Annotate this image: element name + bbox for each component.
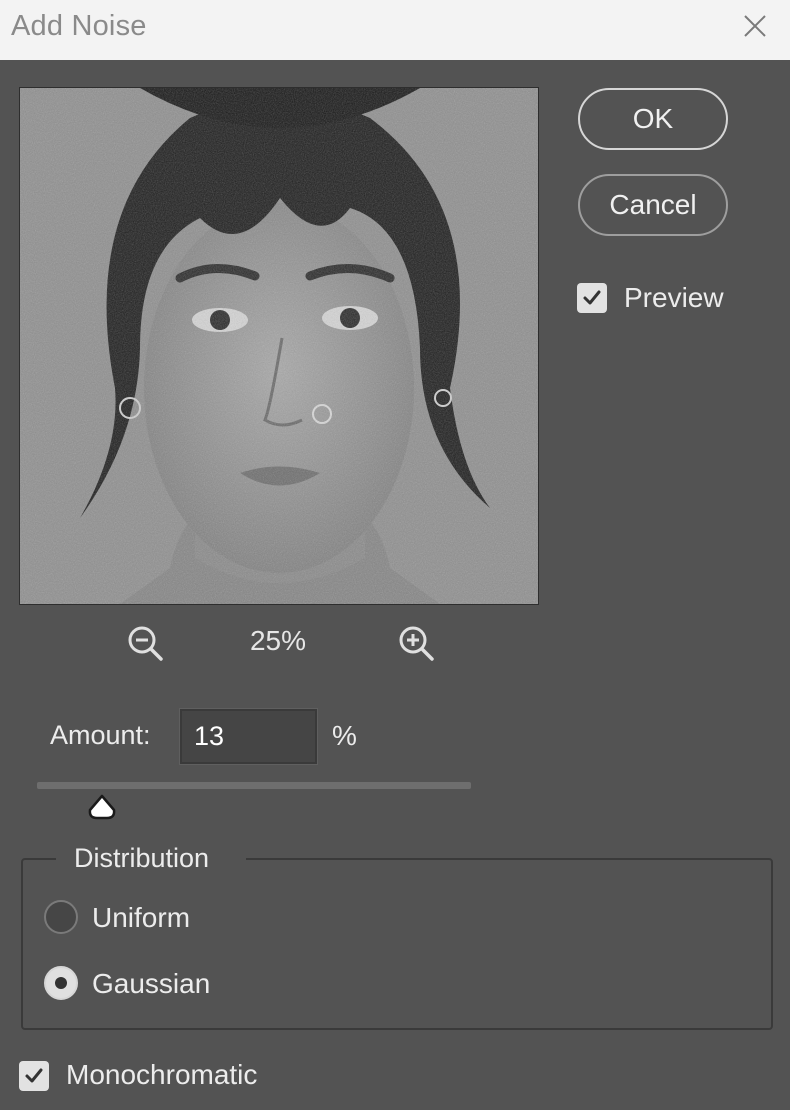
zoom-in-icon[interactable] [396, 623, 436, 663]
gaussian-radio[interactable] [44, 966, 78, 1000]
checkmark-icon [25, 1068, 43, 1083]
title-bar: Add Noise [0, 0, 790, 60]
cancel-button[interactable]: Cancel [578, 174, 728, 236]
preview-checkbox[interactable] [577, 283, 607, 313]
amount-unit: % [332, 720, 357, 751]
dialog-title: Add Noise [11, 10, 147, 42]
ok-button[interactable]: OK [578, 88, 728, 150]
amount-slider-track[interactable] [37, 782, 471, 789]
uniform-radio[interactable] [44, 900, 78, 934]
monochromatic-label: Monochromatic [66, 1059, 258, 1090]
preview-image[interactable] [19, 87, 539, 605]
ok-button-label: OK [632, 103, 674, 134]
zoom-level: 25% [249, 625, 307, 656]
amount-label: Amount: [50, 720, 151, 750]
zoom-out-icon[interactable] [125, 623, 165, 663]
distribution-group [21, 858, 773, 1030]
close-icon[interactable] [740, 11, 770, 41]
monochromatic-checkbox[interactable] [19, 1061, 49, 1091]
amount-slider-thumb[interactable] [87, 793, 117, 821]
gaussian-label: Gaussian [92, 968, 211, 999]
preview-label: Preview [624, 282, 724, 313]
uniform-label: Uniform [92, 902, 191, 933]
cancel-button-label: Cancel [609, 189, 697, 220]
checkmark-icon [583, 290, 601, 305]
distribution-legend: Distribution [74, 843, 210, 873]
amount-input[interactable] [179, 708, 318, 765]
